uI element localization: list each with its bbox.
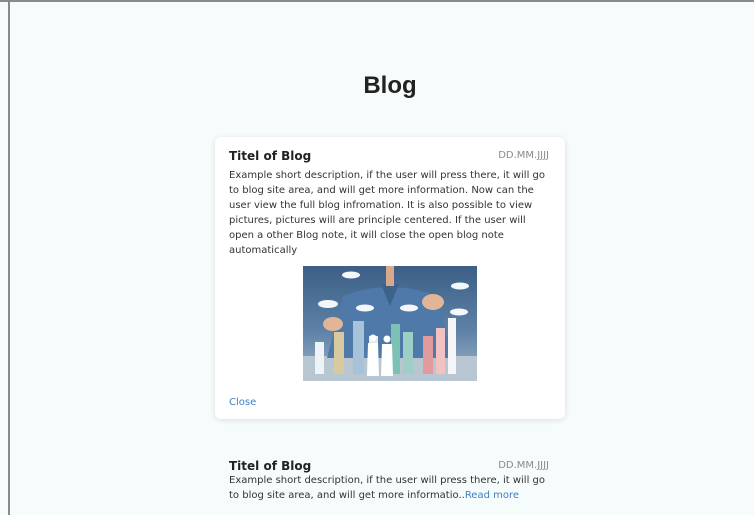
post-date: DD.MM.JJJJ bbox=[498, 460, 549, 471]
business-city-illustration bbox=[303, 266, 477, 381]
blog-post-expanded[interactable]: Titel of Blog DD.MM.JJJJ Example short d… bbox=[215, 137, 565, 419]
close-link[interactable]: Close bbox=[229, 397, 256, 408]
page-title: Blog bbox=[363, 72, 417, 99]
post-header: Titel of Blog DD.MM.JJJJ bbox=[229, 149, 549, 165]
business-city-photo bbox=[303, 266, 477, 381]
post-title: Titel of Blog bbox=[229, 149, 312, 163]
window-top-border bbox=[0, 0, 754, 2]
post-title: Titel of Blog bbox=[229, 459, 312, 473]
post-description: Example short description, if the user w… bbox=[229, 473, 549, 503]
post-date: DD.MM.JJJJ bbox=[498, 150, 549, 161]
read-more-link[interactable]: Read more bbox=[465, 490, 519, 501]
post-description: Example short description, if the user w… bbox=[229, 170, 545, 256]
blog-post-collapsed[interactable]: Titel of Blog DD.MM.JJJJ Example short d… bbox=[215, 447, 565, 507]
